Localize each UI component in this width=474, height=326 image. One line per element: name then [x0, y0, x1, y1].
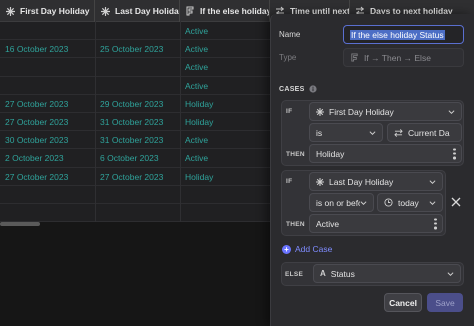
case-2-compare-select[interactable]: today — [377, 193, 443, 212]
table-cell[interactable]: 16 October 2023 — [0, 40, 95, 58]
name-input[interactable]: If the else holiday Status — [343, 25, 464, 44]
cancel-button[interactable]: Cancel — [384, 293, 422, 312]
table-cell[interactable]: 2 October 2023 — [0, 149, 95, 167]
info-icon[interactable] — [309, 85, 317, 93]
case-2-operator-select[interactable]: is on or befo — [309, 193, 374, 212]
case-1-then-input[interactable]: Holiday — [309, 144, 462, 163]
column-divider — [95, 0, 96, 222]
table-cell[interactable]: 30 October 2023 — [0, 131, 95, 149]
sparkle-icon — [316, 107, 324, 116]
table-row[interactable]: 27 October 2023 29 October 2023 Holiday — [0, 95, 270, 113]
table-cell[interactable]: 6 October 2023 — [95, 149, 180, 167]
case-2-if-tag: IF — [286, 178, 293, 185]
case-1-compare-select[interactable]: Current Da — [387, 123, 462, 142]
table-cell[interactable]: 31 October 2023 — [95, 113, 180, 131]
case-1-operator-select[interactable]: is — [309, 123, 383, 142]
clock-icon — [384, 198, 393, 207]
cases-header: CASES — [279, 85, 317, 93]
more-options-icon[interactable] — [453, 148, 456, 159]
add-case-button[interactable]: + Add Case — [282, 244, 332, 254]
chevron-down-icon — [369, 130, 376, 135]
chevron-down-icon — [429, 179, 436, 184]
case-1-then-tag: THEN — [286, 151, 305, 158]
table-cell[interactable] — [0, 204, 95, 222]
table-row[interactable]: 2 October 2023 6 October 2023 Active — [0, 149, 270, 168]
column-header-first-day[interactable]: First Day Holiday — [0, 0, 95, 22]
name-label: Name — [279, 30, 301, 39]
chevron-down-icon — [447, 271, 454, 276]
table-cell[interactable] — [0, 58, 95, 76]
table-row[interactable]: Active — [0, 22, 270, 41]
close-icon[interactable] — [451, 197, 461, 207]
plus-icon: + — [282, 244, 291, 254]
name-input-value: If the else holiday Status — [350, 29, 445, 40]
sparkle-icon — [316, 177, 324, 186]
table-cell[interactable] — [0, 186, 95, 204]
case-2-then-input[interactable]: Active — [309, 214, 443, 233]
table-cell[interactable]: 29 October 2023 — [95, 95, 180, 113]
table-row[interactable] — [0, 186, 270, 204]
table-cell[interactable]: Active — [180, 40, 270, 58]
table-row[interactable] — [0, 204, 270, 223]
table-cell[interactable]: Active — [180, 149, 270, 167]
chevron-down-icon — [448, 109, 455, 114]
table-row[interactable]: 27 October 2023 27 October 2023 Holiday — [0, 168, 270, 186]
table-cell[interactable] — [0, 77, 95, 95]
case-2-field-select[interactable]: Last Day Holiday — [309, 172, 443, 191]
table-cell[interactable]: 27 October 2023 — [0, 95, 95, 113]
table-row[interactable]: 30 October 2023 31 October 2023 Active — [0, 131, 270, 150]
table-cell[interactable]: 31 October 2023 — [95, 131, 180, 149]
table-cell[interactable]: 27 October 2023 — [0, 168, 95, 186]
table-cell[interactable] — [180, 186, 270, 204]
chevron-down-icon — [360, 200, 367, 205]
table-cell[interactable]: Active — [180, 22, 270, 40]
horizontal-scrollbar[interactable] — [0, 222, 40, 226]
else-select[interactable]: A Status — [313, 264, 461, 283]
table-cell[interactable] — [95, 204, 180, 222]
table-cell[interactable]: Holiday — [180, 95, 270, 113]
table-row[interactable]: 27 October 2023 31 October 2023 Holiday — [0, 113, 270, 132]
table-row[interactable]: 16 October 2023 25 October 2023 Active — [0, 40, 270, 59]
table-cell[interactable] — [180, 204, 270, 222]
table-cell[interactable]: Holiday — [180, 113, 270, 131]
type-select: If → Then → Else — [343, 48, 464, 67]
table-cell[interactable] — [95, 186, 180, 204]
table-row[interactable]: Active — [0, 58, 270, 77]
case-1-field-select[interactable]: First Day Holiday — [309, 102, 462, 121]
column-divider — [180, 0, 181, 222]
table-cell[interactable]: Active — [180, 131, 270, 149]
grid-body: Active 16 October 2023 25 October 2023 Acti… — [0, 22, 270, 223]
table-cell[interactable] — [95, 22, 180, 40]
cases-label: CASES — [279, 85, 305, 93]
grid-empty-area — [0, 222, 270, 326]
table-cell[interactable] — [0, 22, 95, 40]
text-type-icon: A — [320, 269, 326, 278]
chevron-down-icon — [429, 200, 436, 205]
column-header-if-else[interactable]: If the else holiday S — [180, 0, 270, 22]
column-header-last-day[interactable]: Last Day Holiday — [95, 0, 180, 22]
sparkle-icon — [100, 6, 110, 16]
save-button[interactable]: Save — [427, 293, 463, 312]
type-label: Type — [279, 53, 297, 62]
table-cell[interactable] — [95, 58, 180, 76]
sparkle-icon — [5, 6, 15, 16]
swap-icon — [394, 128, 403, 137]
case-1-if-tag: IF — [286, 108, 293, 115]
case-2-then-tag: THEN — [286, 221, 305, 228]
table-cell[interactable]: 27 October 2023 — [95, 168, 180, 186]
formula-icon — [185, 6, 195, 16]
table-cell[interactable]: Active — [180, 58, 270, 76]
formula-icon — [350, 53, 359, 62]
table-cell[interactable]: 25 October 2023 — [95, 40, 180, 58]
table-row[interactable]: Active — [0, 77, 270, 95]
more-options-icon[interactable] — [434, 218, 437, 229]
table-cell[interactable]: Holiday — [180, 168, 270, 186]
table-cell[interactable]: 27 October 2023 — [0, 113, 95, 131]
else-tag: ELSE — [285, 271, 304, 278]
table-cell[interactable] — [95, 77, 180, 95]
table-cell[interactable]: Active — [180, 77, 270, 95]
